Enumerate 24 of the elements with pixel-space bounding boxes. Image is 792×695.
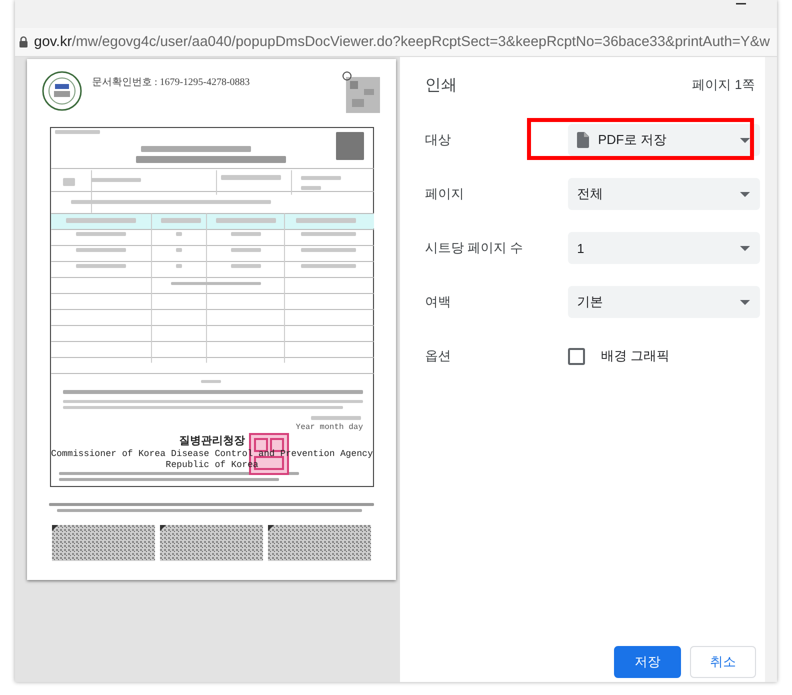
document-number: 문서확인번호 : 1679-1295-4278-0883 xyxy=(92,76,250,89)
caret-icon xyxy=(740,138,750,142)
setting-label: 시트당 페이지 수 xyxy=(425,239,524,257)
caret-icon xyxy=(740,300,750,304)
page-count: 페이지 1쪽 xyxy=(692,76,755,94)
setting-label: 대상 xyxy=(425,131,451,149)
issuer-title: 질병관리청장 xyxy=(179,434,245,448)
setting-label: 페이지 xyxy=(425,185,464,203)
checkbox[interactable]: 배경 그래픽 xyxy=(568,347,670,365)
save-button[interactable]: 저장 xyxy=(614,646,681,678)
dropdown[interactable]: 기본 xyxy=(568,286,760,318)
caret-icon xyxy=(740,246,750,250)
seal-icon xyxy=(42,71,82,111)
caret-icon xyxy=(740,192,750,196)
qr-code-icon xyxy=(342,71,380,113)
setting-label: 여백 xyxy=(425,293,451,311)
dropdown[interactable]: PDF로 저장 xyxy=(568,124,760,156)
lock-icon xyxy=(19,36,28,48)
dropdown[interactable]: 전체 xyxy=(568,178,760,210)
setting-label: 옵션 xyxy=(425,347,451,365)
cancel-button[interactable]: 취소 xyxy=(690,646,756,678)
dialog-title: 인쇄 xyxy=(425,76,457,96)
dropdown[interactable]: 1 xyxy=(568,232,760,264)
date-label: Year month day xyxy=(296,423,363,432)
